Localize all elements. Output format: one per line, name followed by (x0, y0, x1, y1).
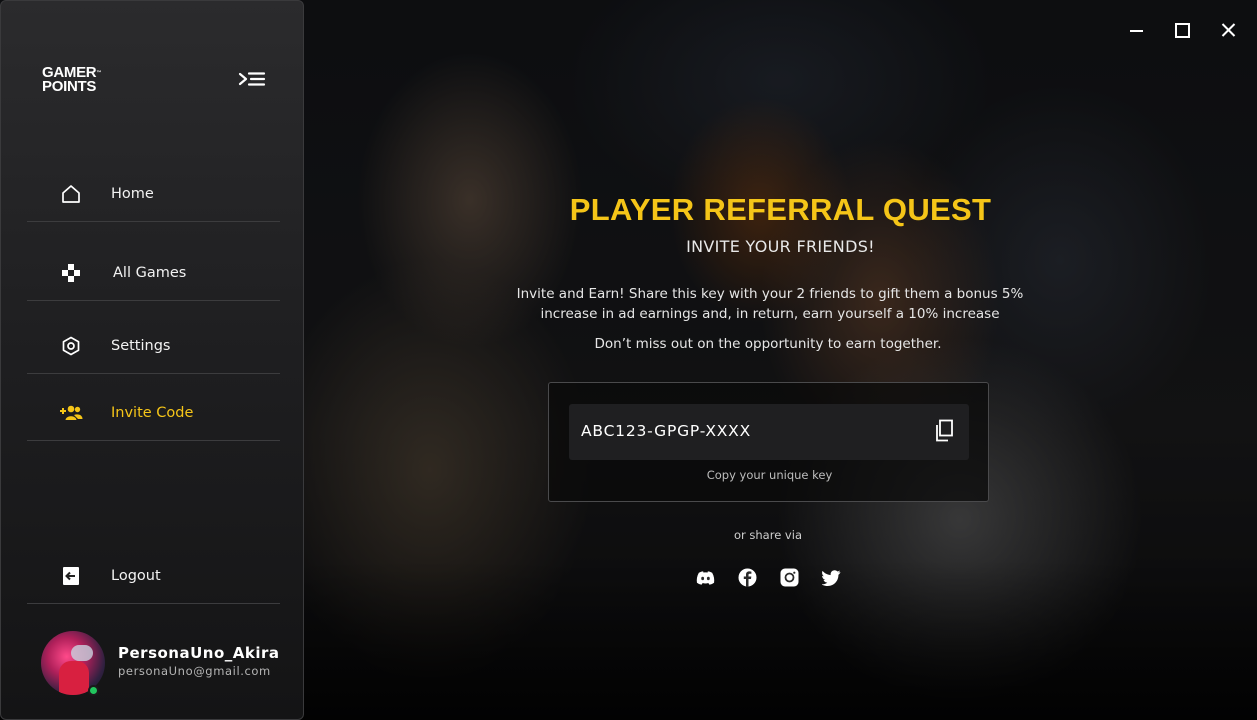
copy-icon[interactable] (933, 419, 955, 443)
main-content: PLAYER REFERRAL QUEST INVITE YOUR FRIEND… (304, 0, 1257, 720)
logo-trademark: ™ (96, 70, 102, 76)
add-users-icon (59, 401, 83, 425)
sidebar-item-invite-code[interactable]: Invite Code (27, 400, 280, 426)
page-title: PLAYER REFERRAL QUEST (569, 192, 992, 227)
twitter-icon[interactable] (822, 568, 841, 587)
logout-label: Logout (111, 568, 161, 584)
social-share-buttons (696, 568, 841, 587)
logout-icon (59, 564, 83, 588)
app-logo[interactable]: GAMER™ POINTS (42, 65, 102, 95)
sidebar: GAMER™ POINTS Home All Games Settings In… (0, 0, 304, 720)
sidebar-item-label: All Games (113, 265, 187, 281)
logo-text-points: POINTS (42, 78, 97, 95)
user-name: PersonaUno_Akira (118, 644, 280, 662)
home-icon (59, 182, 83, 206)
sidebar-item-label: Home (111, 186, 154, 202)
settings-icon (59, 334, 83, 358)
invite-key-field[interactable]: ABC123-GPGP-XXXX (569, 404, 969, 460)
invite-key-card: ABC123-GPGP-XXXX Copy your unique key (548, 382, 989, 502)
sidebar-item-settings[interactable]: Settings (27, 333, 280, 359)
divider (27, 221, 280, 222)
sidebar-item-label: Invite Code (111, 405, 194, 421)
gamepad-icon (59, 261, 83, 285)
invite-key-caption: Copy your unique key (706, 468, 833, 482)
divider (27, 300, 280, 301)
collapse-menu-icon[interactable] (238, 71, 266, 91)
facebook-icon[interactable] (738, 568, 757, 587)
page-subtitle: INVITE YOUR FRIENDS! (686, 237, 875, 256)
instagram-icon[interactable] (780, 568, 799, 587)
user-profile[interactable]: PersonaUno_Akira personaUno@gmail.com (41, 631, 291, 697)
divider (27, 373, 280, 374)
sidebar-item-label: Settings (111, 338, 171, 354)
user-email: personaUno@gmail.com (118, 664, 271, 678)
sidebar-item-home[interactable]: Home (27, 181, 280, 207)
sidebar-item-all-games[interactable]: All Games (27, 260, 280, 286)
description-text: Invite and Earn! Share this key with you… (516, 286, 1024, 322)
online-status-indicator (88, 685, 99, 696)
invite-key-value[interactable]: ABC123-GPGP-XXXX (581, 422, 751, 440)
divider (27, 603, 280, 604)
share-via-label: or share via (733, 528, 802, 542)
discord-icon[interactable] (696, 568, 715, 587)
description-secondary-text: Don’t miss out on the opportunity to ear… (594, 336, 942, 352)
divider (27, 440, 280, 441)
logout-button[interactable]: Logout (27, 563, 280, 589)
